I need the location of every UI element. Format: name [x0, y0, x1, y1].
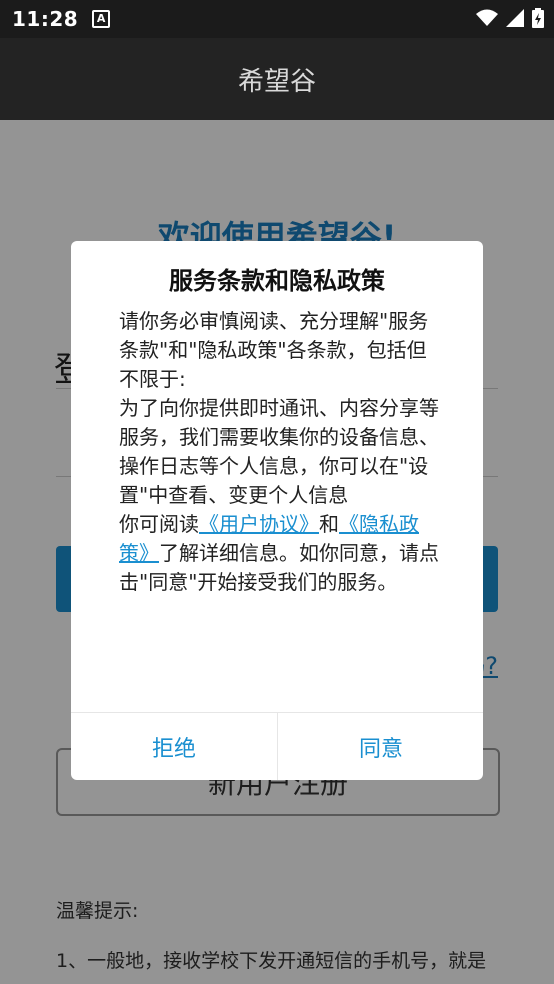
- status-bar: 11:28 A: [0, 0, 554, 38]
- notification-icon: A: [92, 10, 111, 28]
- dialog-and-text: 和: [319, 512, 339, 536]
- reject-button-label: 拒绝: [151, 736, 196, 762]
- dialog-paragraph-1: 请你务必审慎阅读、充分理解"服务条款"和"隐私政策"各条款，包括但不限于:: [119, 309, 429, 391]
- status-time: 11:28: [12, 7, 79, 31]
- battery-charging-icon: [532, 8, 544, 28]
- reject-button[interactable]: 拒绝: [71, 713, 277, 780]
- app-bar: 希望谷: [0, 38, 554, 120]
- dialog-paragraph-2: 为了向你提供即时通讯、内容分享等服务，我们需要收集你的设备信息、操作日志等个人信…: [119, 396, 439, 507]
- dialog-body: 请你务必审慎阅读、充分理解"服务条款"和"隐私政策"各条款，包括但不限于: 为了…: [119, 307, 441, 597]
- user-agreement-link[interactable]: 《用户协议》: [199, 512, 319, 536]
- agree-button[interactable]: 同意: [278, 713, 483, 780]
- status-icons: [476, 8, 544, 28]
- wifi-icon: [476, 9, 498, 26]
- dialog-paragraph-3-suffix: 了解详细信息。如你同意，请点击"同意"开始接受我们的服务。: [119, 541, 439, 594]
- dialog-paragraph-3-prefix: 你可阅读: [119, 512, 199, 536]
- dialog-title: 服务条款和隐私政策: [169, 267, 385, 295]
- app-title: 希望谷: [237, 66, 316, 97]
- dialog-paragraph-3: 你可阅读《用户协议》和《隐私政策》了解详细信息。如你同意，请点击"同意"开始接受…: [119, 510, 441, 597]
- terms-privacy-dialog: 服务条款和隐私政策 请你务必审慎阅读、充分理解"服务条款"和"隐私政策"各条款，…: [71, 241, 483, 780]
- agree-button-label: 同意: [358, 736, 403, 762]
- signal-icon: [506, 9, 524, 27]
